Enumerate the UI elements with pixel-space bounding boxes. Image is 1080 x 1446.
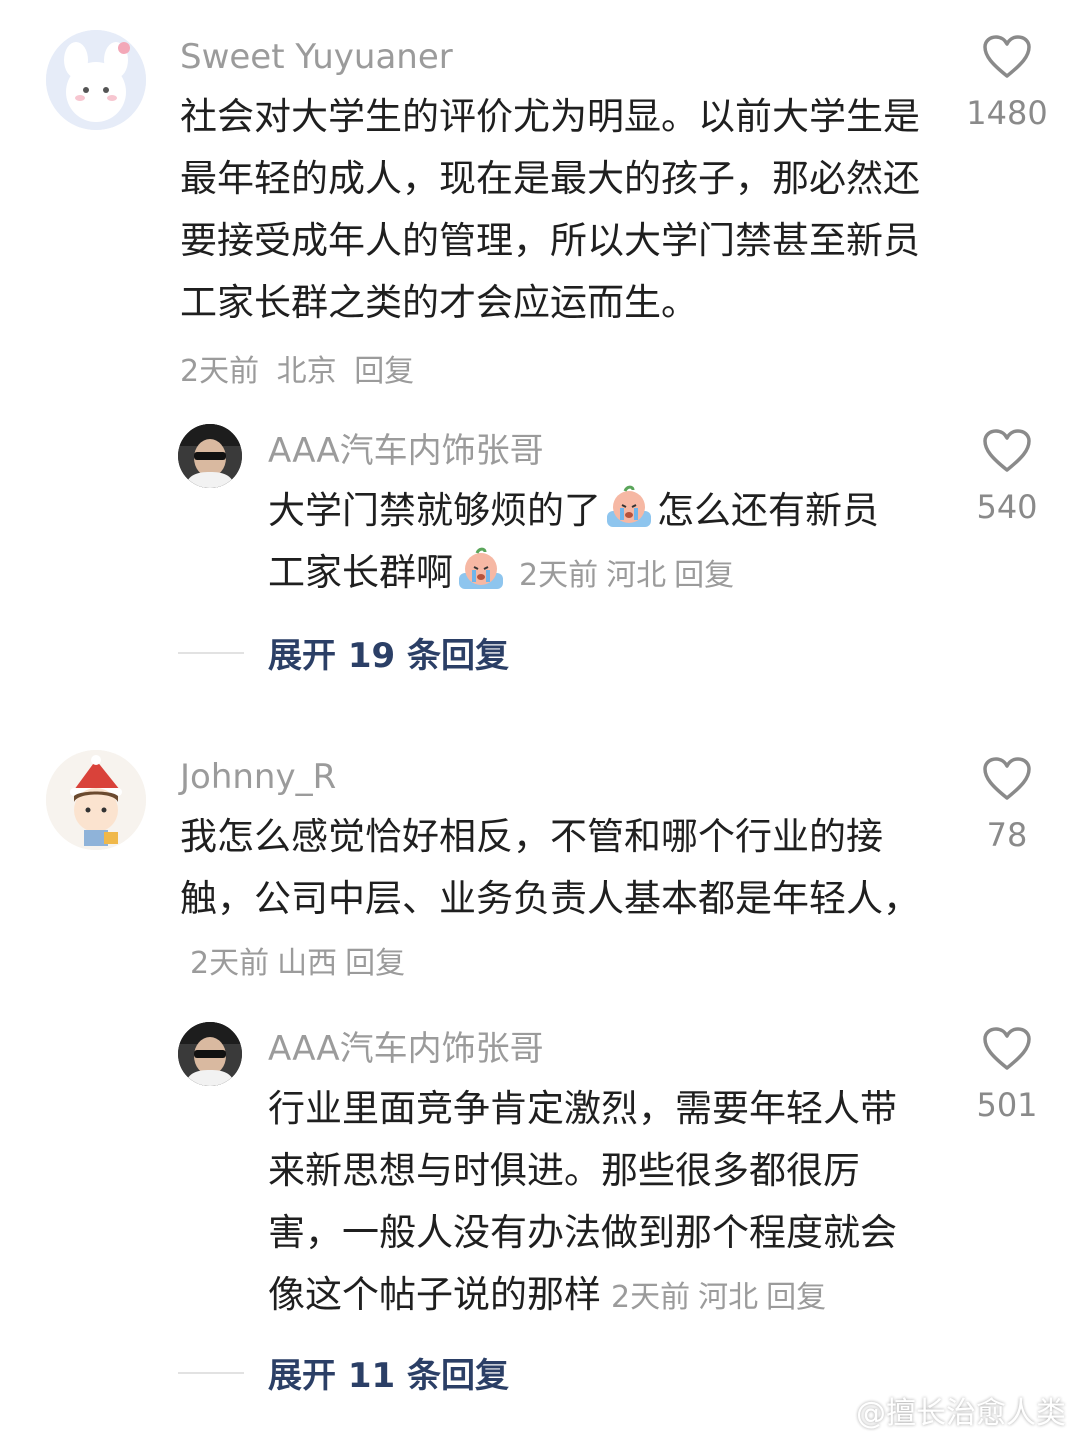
comment-meta: 2天前 山西 回复 — [190, 946, 405, 981]
avatar-image — [46, 30, 146, 130]
reply-time: 2天前 — [611, 1280, 691, 1315]
reply-location: 河北 — [698, 1280, 759, 1315]
like-button[interactable]: 501 — [952, 1026, 1062, 1124]
comment-body: 我怎么感觉恰好相反，不管和哪个行业的接触，公司中层、业务负责人基本都是年轻人， — [180, 815, 920, 920]
like-count: 1480 — [966, 94, 1048, 132]
like-button[interactable]: 1480 — [952, 34, 1062, 132]
watermark-text: @擅长治愈人类 — [856, 1396, 1066, 1431]
reply-body-part1: 大学门禁就够烦的了 — [268, 489, 601, 532]
watermark: @擅长治愈人类 — [812, 1388, 1066, 1432]
reply-time: 2天前 — [519, 558, 599, 593]
comment-location: 北京 — [276, 354, 337, 389]
reply-text: 大学门禁就够烦的了 怎么还有新员工家长群啊 2天前 河北 回复 — [268, 480, 908, 607]
heart-icon — [983, 757, 1031, 800]
crying-emoji-icon — [607, 485, 651, 527]
avatar[interactable] — [46, 30, 146, 130]
weibo-logo-icon — [813, 1402, 846, 1428]
avatar[interactable] — [46, 750, 146, 850]
reply-button[interactable]: 回复 — [674, 558, 734, 593]
avatar-image — [178, 424, 242, 488]
like-button[interactable]: 78 — [952, 756, 1062, 854]
heart-icon — [983, 1027, 1031, 1070]
reply-username[interactable]: AAA汽车内饰张哥 — [268, 1032, 544, 1066]
reply-meta: 2天前 河北 回复 — [611, 1280, 826, 1315]
reply-text: 行业里面竞争肯定激烈，需要年轻人带来新思想与时俱进。那些很多都很厉害，一般人没有… — [268, 1078, 928, 1329]
divider-line — [178, 651, 244, 654]
comment-time: 2天前 — [180, 354, 260, 389]
reply-location: 河北 — [606, 558, 667, 593]
avatar-image — [178, 1022, 242, 1086]
expand-replies-button[interactable]: 展开 19 条回复 — [178, 628, 509, 677]
reply-button[interactable]: 回复 — [354, 354, 414, 389]
like-count: 501 — [976, 1086, 1038, 1124]
comment-meta: 2天前 北京 回复 — [180, 346, 422, 390]
username[interactable]: Sweet Yuyuaner — [180, 40, 453, 74]
comment-body: 社会对大学生的评价尤为明显。以前大学生是最年轻的成人，现在是最大的孩子，那必然还… — [180, 95, 920, 324]
avatar-image — [46, 750, 146, 850]
heart-icon — [983, 35, 1031, 78]
reply-avatar[interactable] — [178, 424, 242, 488]
reply-meta: 2天前 河北 回复 — [519, 558, 734, 593]
divider-line — [178, 1371, 244, 1374]
comment-text: 我怎么感觉恰好相反，不管和哪个行业的接触，公司中层、业务负责人基本都是年轻人， 2… — [180, 806, 920, 995]
username[interactable]: Johnny_R — [180, 760, 336, 794]
expand-replies-button[interactable]: 展开 11 条回复 — [178, 1348, 509, 1397]
crying-emoji-icon — [459, 547, 503, 589]
reply-username[interactable]: AAA汽车内饰张哥 — [268, 434, 544, 468]
comment-text: 社会对大学生的评价尤为明显。以前大学生是最年轻的成人，现在是最大的孩子，那必然还… — [180, 86, 920, 334]
heart-icon — [983, 429, 1031, 472]
reply-button[interactable]: 回复 — [345, 946, 405, 981]
comment-time: 2天前 — [190, 946, 270, 981]
reply-avatar[interactable] — [178, 1022, 242, 1086]
like-count: 540 — [976, 488, 1038, 526]
like-button[interactable]: 540 — [952, 428, 1062, 526]
expand-replies-label: 展开 19 条回复 — [268, 636, 509, 676]
like-count: 78 — [986, 816, 1028, 854]
reply-button[interactable]: 回复 — [766, 1280, 826, 1315]
expand-replies-label: 展开 11 条回复 — [268, 1356, 509, 1396]
comment-location: 山西 — [277, 946, 338, 981]
